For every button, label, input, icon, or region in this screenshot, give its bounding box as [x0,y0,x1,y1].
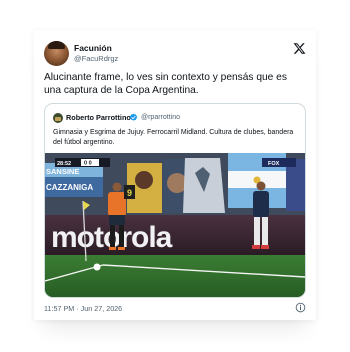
match-photo: SANSINE CAZZANIGA 28:52 0 0 FOX 9 [45,153,305,297]
x-logo-icon[interactable] [293,42,306,55]
quoted-author-avatar[interactable] [53,113,63,123]
quoted-tweet-header: Roberto Parrottino @rparrottino [53,112,299,124]
network-logo: FOX [268,161,280,167]
quoted-tweet[interactable]: Roberto Parrottino @rparrottino Gimnasia… [44,103,306,298]
author-handle[interactable]: @FacuRdrgz [74,54,118,63]
info-icon[interactable] [295,302,306,313]
ball [93,263,101,271]
banner-text-top: SANSINE [46,167,79,176]
tweet-timestamp[interactable]: 11:57 PM · Jun 27, 2026 [44,304,122,313]
verified-badge-icon [129,113,138,121]
quoted-tweet-text: Gimnasia y Esgrima de Jujuy. Ferrocarril… [53,129,294,146]
banner-text-bottom: CAZZANIGA [46,183,93,192]
author-name[interactable]: Facunión [74,43,112,53]
tweet-text: Alucinante frame, lo ves sin contexto y … [44,72,287,96]
quoted-author-handle[interactable]: @rparrottino [141,114,180,121]
match-clock: 28:52 [57,161,71,167]
match-score: 0 0 [84,161,92,167]
pitch [45,255,305,297]
tweet-card[interactable]: Facunión @FacuRdrgz Alucinante frame, lo… [34,30,316,320]
quoted-tweet-media[interactable]: SANSINE CAZZANIGA 28:52 0 0 FOX 9 [45,153,305,297]
player-number: 9 [127,188,132,198]
author-avatar[interactable] [44,41,69,66]
quoted-author-name[interactable]: Roberto Parrottino [66,113,131,122]
tweet-header: Facunión @FacuRdrgz [44,40,306,66]
